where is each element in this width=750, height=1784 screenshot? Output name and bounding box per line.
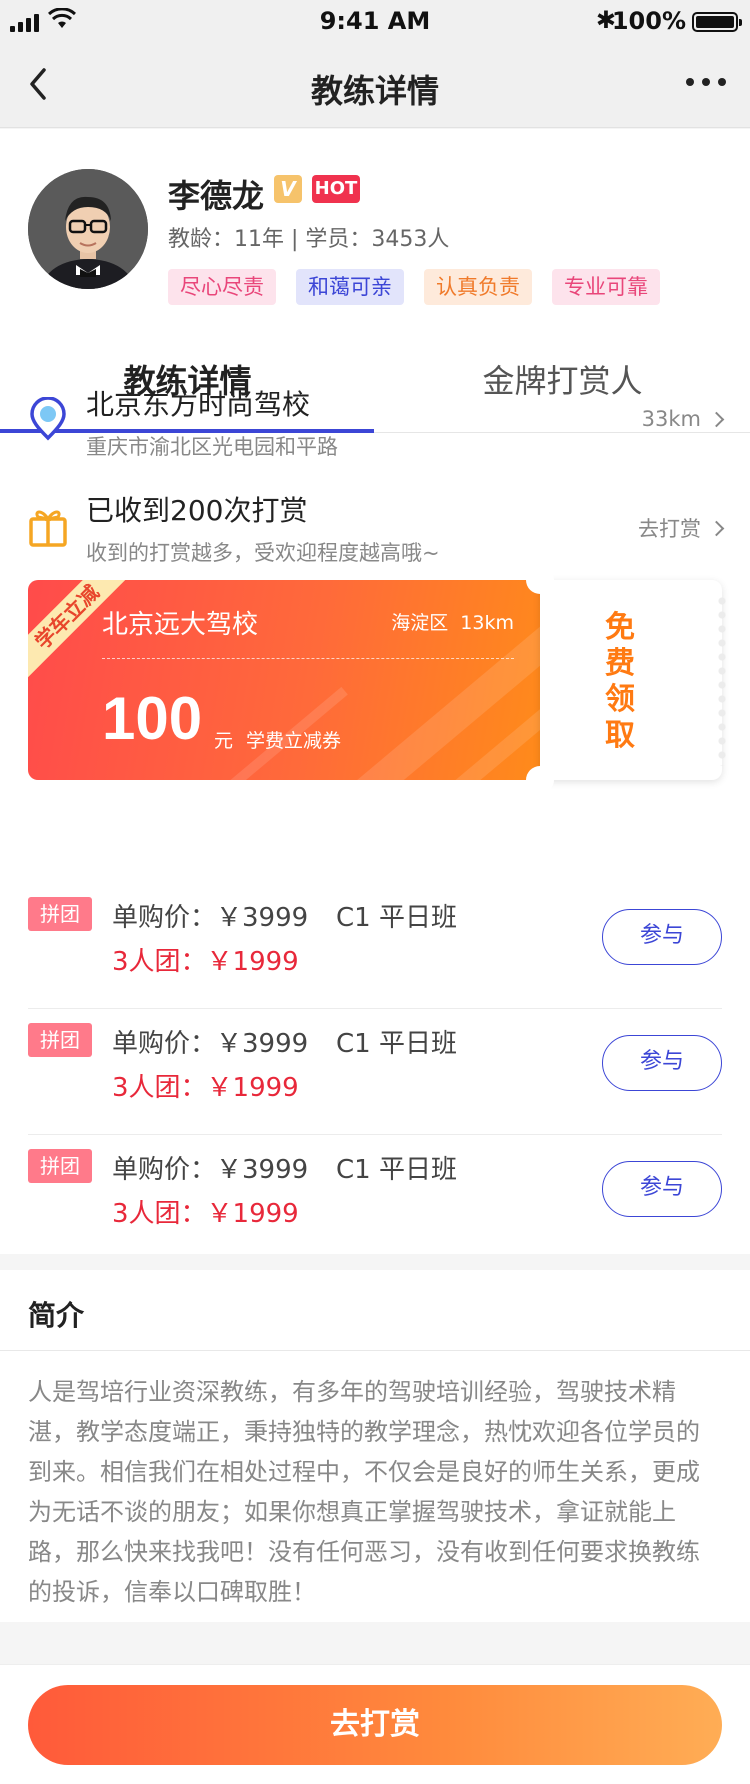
class-name: C1 平日班: [336, 1155, 457, 1185]
school-distance-group: 33km: [641, 407, 725, 431]
coach-detail-card: 李德龙 V HOT 教龄：11年 | 学员：3453人 尽心尽责 和蔼可亲 认真…: [0, 129, 750, 1254]
battery-percent: 100%: [611, 7, 686, 35]
join-button[interactable]: 参与: [602, 909, 722, 965]
group-badge: 拼团: [28, 897, 92, 931]
join-button[interactable]: 参与: [602, 1161, 722, 1217]
school-row[interactable]: 北京东方时尚驾校 重庆市渝北区光电园和平路 33km: [28, 383, 725, 473]
team-price: 3人团：￥1999: [112, 947, 299, 977]
coupon-school: 北京远大驾校: [102, 610, 259, 640]
coupon-body: 学车立减 北京远大驾校 海淀区 13km 100 元 学费立减券: [28, 580, 540, 780]
team-price: 3人团：￥1999: [112, 1199, 299, 1229]
coach-tag: 专业可靠: [552, 269, 660, 305]
gift-icon: [29, 510, 67, 547]
coupon-distance: 13km: [460, 612, 514, 634]
coach-avatar: [28, 169, 148, 289]
chevron-right-icon: [708, 411, 725, 427]
class-name: C1 平日班: [336, 1029, 457, 1059]
go-tip-link[interactable]: 去打赏: [638, 513, 725, 543]
team-price: 3人团：￥1999: [112, 1073, 299, 1103]
status-bar: 9:41 AM ✱ 100%: [0, 0, 750, 44]
class-name: C1 平日班: [336, 903, 457, 933]
hot-badge: HOT: [312, 175, 360, 203]
reward-row[interactable]: 已收到200次打赏 收到的打赏越多，受欢迎程度越高哦~ 去打赏: [28, 489, 725, 579]
intro-section: 简介 人是驾培行业资深教练，有多年的驾驶培训经验，驾驶技术精湛，教学态度端正，秉…: [0, 1270, 750, 1622]
coach-tag: 尽心尽责: [168, 269, 276, 305]
tip-button[interactable]: 去打赏: [28, 1685, 722, 1765]
school-address: 重庆市渝北区光电园和平路: [86, 435, 338, 459]
more-menu-icon[interactable]: [686, 78, 726, 86]
verified-badge-icon: V: [274, 175, 302, 203]
coupon-card[interactable]: 学车立减 北京远大驾校 海淀区 13km 100 元 学费立减券 免费领取: [28, 566, 728, 794]
coach-tag: 认真负责: [424, 269, 532, 305]
join-button[interactable]: 参与: [602, 1035, 722, 1091]
single-price: 单购价：￥3999: [112, 1029, 309, 1059]
bottom-bar: 去打赏: [0, 1664, 750, 1784]
school-distance: 33km: [641, 407, 701, 431]
coupon-notch: [526, 766, 554, 794]
single-price: 单购价：￥3999: [112, 903, 309, 933]
claim-free-text: 免费领取: [605, 610, 635, 753]
single-price: 单购价：￥3999: [112, 1155, 309, 1185]
claim-free-button[interactable]: 免费领取: [540, 580, 728, 780]
group-buy-row: 拼团 单购价：￥3999 C1 平日班 3人团：￥1999 参与: [28, 1009, 722, 1135]
coupon-amount: 100: [102, 685, 203, 752]
coach-tags: 尽心尽责 和蔼可亲 认真负责 专业可靠: [168, 269, 660, 305]
intro-divider: [0, 1350, 750, 1351]
coach-name: 李德龙: [168, 177, 265, 215]
group-buy-row: 拼团 单购价：￥3999 C1 平日班 3人团：￥1999 参与: [28, 883, 722, 1009]
location-pin-icon: [30, 397, 66, 441]
go-tip-label: 去打赏: [638, 517, 701, 541]
group-badge: 拼团: [28, 1023, 92, 1057]
top-bar: 9:41 AM ✱ 100% 教练详情: [0, 0, 750, 128]
group-badge: 拼团: [28, 1149, 92, 1183]
reward-count: 已收到200次打赏: [86, 494, 308, 527]
coupon-divider: [102, 658, 514, 659]
coupon-unit: 元: [214, 730, 234, 752]
coupon-district: 海淀区: [391, 612, 449, 634]
school-name: 北京东方时尚驾校: [86, 388, 311, 421]
battery-icon: [692, 12, 742, 32]
chevron-right-icon: [708, 520, 725, 536]
claim-free-label: 免费领取: [540, 610, 700, 754]
coupon-notch: [526, 566, 554, 594]
coupon-perforation: [716, 594, 728, 766]
page-title: 教练详情: [310, 72, 439, 110]
reward-subtitle: 收到的打赏越多，受欢迎程度越高哦~: [86, 541, 440, 565]
group-buy-row: 拼团 单购价：￥3999 C1 平日班 3人团：￥1999 参与: [28, 1135, 722, 1261]
coupon-desc: 学费立减券: [246, 730, 342, 752]
coupon-location: 海淀区 13km: [391, 608, 514, 635]
coach-meta: 教龄：11年 | 学员：3453人: [168, 227, 450, 252]
intro-title: 简介: [28, 1299, 85, 1332]
coach-tag: 和蔼可亲: [296, 269, 404, 305]
intro-text: 人是驾培行业资深教练，有多年的驾驶培训经验，驾驶技术精湛，教学态度端正，秉持独特…: [28, 1378, 700, 1606]
